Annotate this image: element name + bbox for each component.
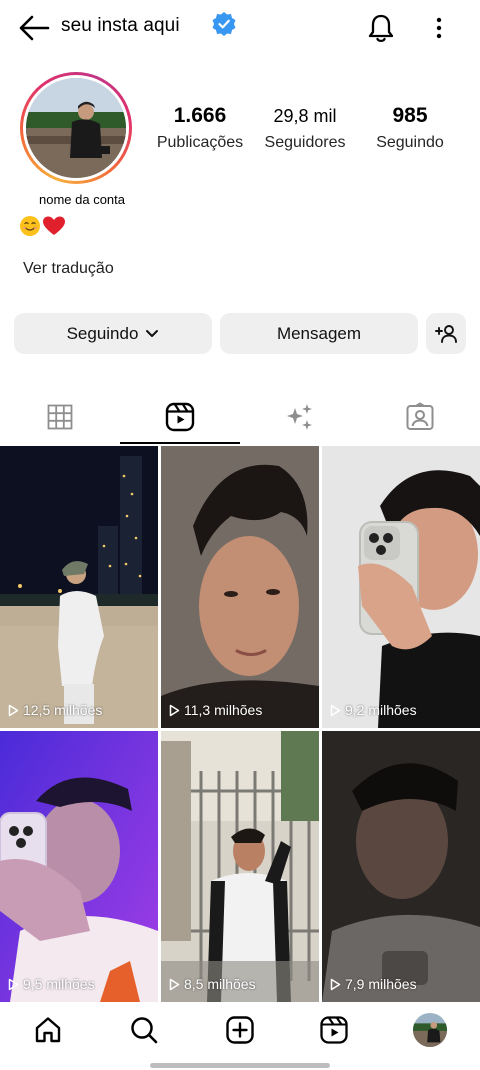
followers-count-value: 29,8 mil xyxy=(273,106,337,126)
tagged-user-icon xyxy=(406,402,434,430)
following-button-label: Seguindo xyxy=(66,323,139,343)
home-icon xyxy=(35,1017,61,1043)
reel-views: 9,2 milhões xyxy=(330,702,417,718)
following-count-label: Seguindo xyxy=(376,134,444,151)
play-icon xyxy=(8,978,19,990)
following-count-value: 985 xyxy=(392,104,428,127)
tab-posts-grid[interactable] xyxy=(0,390,120,444)
tab-reels[interactable] xyxy=(120,390,240,444)
nav-search[interactable] xyxy=(126,1012,162,1048)
reel-views: 12,5 milhões xyxy=(8,702,102,718)
suggest-people-button[interactable] xyxy=(426,313,466,354)
bell-icon[interactable] xyxy=(366,12,396,44)
message-button[interactable]: Mensagem xyxy=(220,313,418,354)
reel-thumbnail[interactable]: 9,2 milhões xyxy=(322,446,480,728)
reel-views: 7,9 milhões xyxy=(330,976,417,992)
play-icon xyxy=(330,704,341,716)
grid-icon xyxy=(47,404,73,430)
posts-count-value: 1.666 xyxy=(173,104,227,127)
reels-icon xyxy=(320,1016,348,1044)
nav-create[interactable] xyxy=(222,1012,258,1048)
reels-grid: 12,5 milhões 11,3 milhões 9,2 milhões 9,… xyxy=(0,446,480,1002)
followers-count[interactable]: 29,8 mil Seguidores xyxy=(258,104,352,152)
red-heart-emoji xyxy=(43,216,65,235)
reel-views: 9,5 milhões xyxy=(8,976,95,992)
tab-tagged[interactable] xyxy=(360,390,480,444)
system-home-indicator[interactable] xyxy=(150,1063,330,1068)
play-icon xyxy=(169,704,180,716)
profile-username: seu insta aqui xyxy=(61,15,180,36)
posts-count[interactable]: 1.666 Publicações xyxy=(150,104,250,152)
chevron-down-icon xyxy=(146,329,159,337)
tab-effects[interactable] xyxy=(240,390,360,444)
search-icon xyxy=(131,1017,158,1044)
nav-profile[interactable] xyxy=(412,1012,448,1048)
profile-avatar xyxy=(412,1012,448,1048)
message-button-label: Mensagem xyxy=(276,323,362,343)
avatar-photo xyxy=(26,78,126,178)
reel-thumbnail[interactable]: 12,5 milhões xyxy=(0,446,158,728)
more-vertical-icon[interactable] xyxy=(428,14,450,42)
nav-home[interactable] xyxy=(30,1012,66,1048)
reel-thumbnail[interactable]: 7,9 milhões xyxy=(322,731,480,1002)
reel-views: 8,5 milhões xyxy=(169,976,256,992)
play-icon xyxy=(169,978,180,990)
reel-views: 11,3 milhões xyxy=(169,702,262,718)
active-tab-indicator xyxy=(120,442,240,444)
reel-thumbnail[interactable]: 9,5 milhões xyxy=(0,731,158,1002)
see-translation-link[interactable]: Ver tradução xyxy=(23,260,114,278)
smiling-face-emoji xyxy=(20,216,40,236)
add-person-icon xyxy=(435,324,457,343)
sparkles-icon xyxy=(287,404,312,430)
verified-badge-icon xyxy=(211,11,237,37)
bio-emojis xyxy=(19,215,66,239)
create-post-icon xyxy=(226,1016,254,1044)
bottom-navigation xyxy=(0,1002,480,1060)
posts-count-label: Publicações xyxy=(156,134,244,151)
play-icon xyxy=(8,704,19,716)
reel-thumbnail[interactable]: 8,5 milhões xyxy=(161,731,319,1002)
top-bar: seu insta aqui xyxy=(0,0,480,56)
play-icon xyxy=(330,978,341,990)
back-arrow-icon[interactable] xyxy=(18,14,50,42)
following-button[interactable]: Seguindo xyxy=(14,313,212,354)
profile-tabs xyxy=(0,390,480,444)
followers-count-label: Seguidores xyxy=(264,134,346,151)
following-count[interactable]: 985 Seguindo xyxy=(370,104,450,152)
profile-avatar[interactable] xyxy=(20,72,132,184)
nav-reels[interactable] xyxy=(316,1012,352,1048)
reel-thumbnail[interactable]: 11,3 milhões xyxy=(161,446,319,728)
account-name: nome da conta xyxy=(39,192,126,207)
reels-icon xyxy=(165,402,195,432)
